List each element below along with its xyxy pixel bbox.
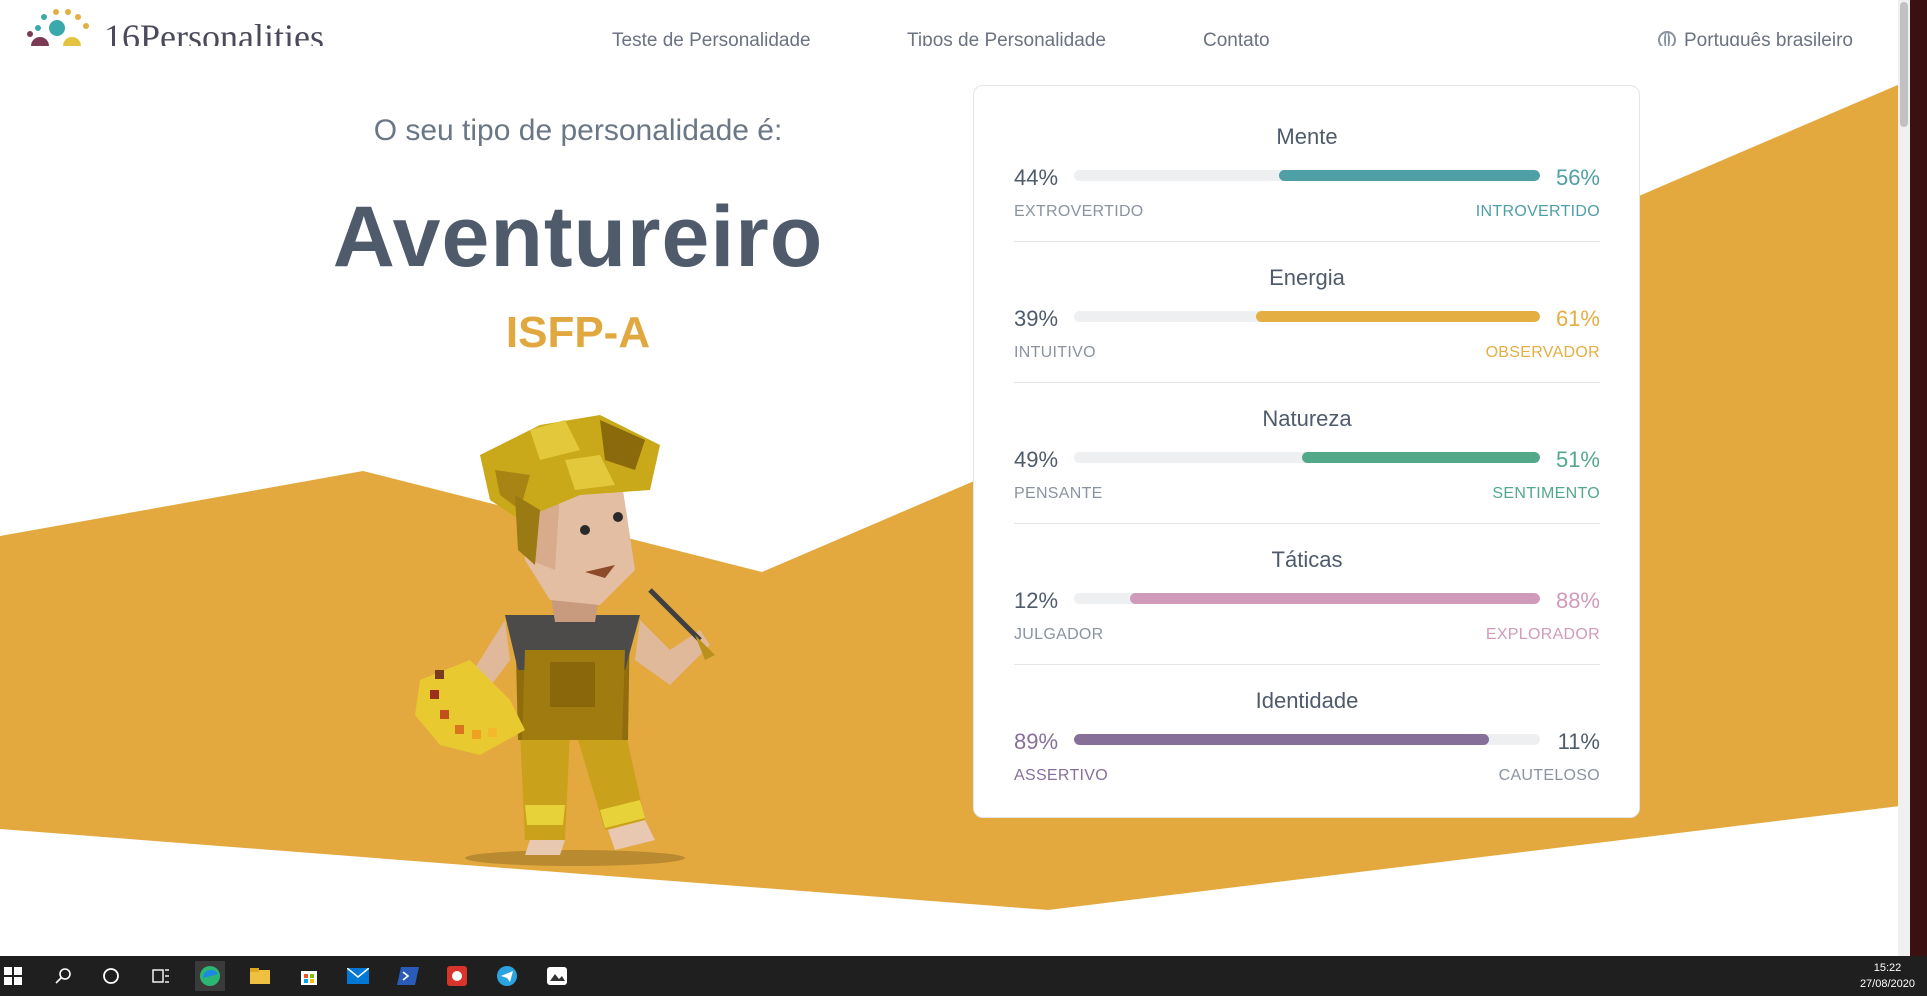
windows-taskbar: 15:22 27/08/2020 xyxy=(0,956,1927,996)
clock-time: 15:22 xyxy=(1873,962,1902,974)
trait-right-percent: 61% xyxy=(1555,306,1600,331)
trait-bar xyxy=(1074,170,1540,181)
trait-right-label: CAUTELOSO xyxy=(1498,767,1600,784)
nav-personality-types[interactable]: Tipos de Personalidade xyxy=(907,30,1106,46)
file-explorer-icon[interactable] xyxy=(245,961,275,991)
globe-icon xyxy=(1658,31,1676,46)
system-clock[interactable]: 15:22 27/08/2020 xyxy=(1860,960,1915,992)
trait-left-percent: 89% xyxy=(1014,729,1059,754)
trait-bar xyxy=(1074,452,1540,463)
photos-app-icon[interactable] xyxy=(542,961,572,991)
page-scrollbar[interactable] xyxy=(1898,0,1910,956)
nav-personality-test[interactable]: Teste de Personalidade xyxy=(612,30,811,46)
windows-start-icon[interactable] xyxy=(0,961,25,991)
trait-bar-fill xyxy=(1074,734,1489,745)
trait-0: Mente 44% 56% EXTROVERTIDO INTROVERTIDO xyxy=(1014,86,1600,242)
trait-left-label: ASSERTIVO xyxy=(1014,767,1108,784)
trait-left-label: JULGADOR xyxy=(1014,626,1104,643)
language-selector[interactable]: Português brasileiro xyxy=(1658,30,1853,46)
trait-1: Energia 39% 61% INTUITIVO OBSERVADOR xyxy=(1014,227,1600,383)
trait-bar-fill xyxy=(1255,311,1540,322)
trait-bar-fill xyxy=(1279,170,1540,181)
trait-left-label: EXTROVERTIDO xyxy=(1014,203,1144,220)
trait-title: Energia xyxy=(1269,265,1345,290)
trait-left-label: PENSANTE xyxy=(1014,485,1103,502)
trait-title: Natureza xyxy=(1262,406,1352,431)
trait-right-label: INTROVERTIDO xyxy=(1475,203,1600,220)
logo-text[interactable]: 16Personalities xyxy=(104,16,324,46)
trait-3: Táticas 12% 88% JULGADOR EXPLORADOR xyxy=(1014,509,1600,665)
trait-title: Mente xyxy=(1276,124,1338,149)
trait-title: Identidade xyxy=(1255,688,1359,713)
clock-date: 27/08/2020 xyxy=(1859,978,1915,990)
trait-left-percent: 12% xyxy=(1014,588,1059,613)
language-label: Português brasileiro xyxy=(1684,30,1853,46)
nav-contact[interactable]: Contato xyxy=(1203,30,1270,46)
trait-bar xyxy=(1074,311,1540,322)
trait-right-percent: 56% xyxy=(1555,165,1600,190)
trait-title: Táticas xyxy=(1271,547,1343,572)
trait-right-label: SENTIMENTO xyxy=(1492,485,1600,502)
trait-bar xyxy=(1074,734,1540,745)
powershell-icon[interactable] xyxy=(393,961,423,991)
trait-left-percent: 44% xyxy=(1014,165,1059,190)
scrollbar-thumb[interactable] xyxy=(1900,2,1908,127)
store-icon[interactable] xyxy=(294,961,324,991)
trait-bar-fill xyxy=(1129,593,1540,604)
painter-character-illustration xyxy=(415,415,715,866)
edge-icon[interactable] xyxy=(195,961,225,991)
trait-right-percent: 88% xyxy=(1555,588,1600,613)
cortana-icon[interactable] xyxy=(96,961,126,991)
telegram-icon[interactable] xyxy=(492,961,522,991)
task-view-icon[interactable] xyxy=(146,961,176,991)
trait-bar-fill xyxy=(1302,452,1540,463)
trait-left-percent: 39% xyxy=(1014,306,1059,331)
record-app-icon[interactable] xyxy=(442,961,472,991)
trait-right-label: EXPLORADOR xyxy=(1485,626,1600,643)
search-icon[interactable] xyxy=(49,961,79,991)
background-window-edge xyxy=(1910,0,1927,956)
trait-2: Natureza 49% 51% PENSANTE SENTIMENTO xyxy=(1014,368,1600,524)
trait-right-percent: 51% xyxy=(1555,447,1600,472)
trait-bar xyxy=(1074,593,1540,604)
trait-results-card: Mente 44% 56% EXTROVERTIDO INTROVERTIDO Energ… xyxy=(973,85,1640,818)
trait-left-label: INTUITIVO xyxy=(1014,344,1096,361)
mail-icon[interactable] xyxy=(343,961,373,991)
trait-right-label: OBSERVADOR xyxy=(1485,344,1600,361)
trait-left-percent: 49% xyxy=(1014,447,1059,472)
trait-4: Identidade 89% 11% ASSERTIVO CAUTELOSO xyxy=(1014,650,1600,791)
site-header: 16Personalities Teste de Personalidade T… xyxy=(0,0,1898,46)
trait-right-percent: 11% xyxy=(1557,729,1600,754)
